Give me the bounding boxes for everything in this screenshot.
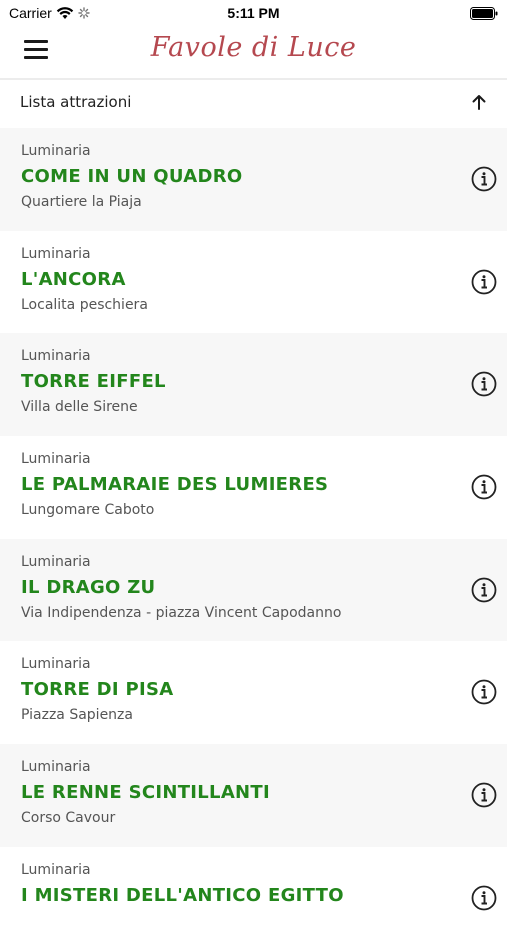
item-title: IL DRAGO ZU: [21, 576, 156, 598]
attractions-list: Luminaria COME IN UN QUADRO Quartiere la…: [0, 128, 507, 950]
list-header-title: Lista attrazioni: [20, 93, 132, 111]
item-title: TORRE DI PISA: [21, 679, 174, 701]
app-logo: Favole di Luce: [150, 32, 357, 63]
arrow-up-icon[interactable]: [469, 92, 489, 112]
info-icon[interactable]: [471, 269, 497, 295]
item-category: Luminaria: [21, 861, 91, 878]
item-title: I MISTERI DELL'ANTICO EGITTO: [21, 884, 344, 906]
info-icon[interactable]: [471, 474, 497, 500]
item-category: Luminaria: [21, 656, 91, 673]
item-category: Luminaria: [21, 348, 91, 365]
list-item[interactable]: Luminaria LE RENNE SCINTILLANTI Corso Ca…: [0, 744, 507, 847]
list-item[interactable]: Luminaria TORRE DI PISA Piazza Sapienza: [0, 641, 507, 744]
item-location: Via Indipendenza - piazza Vincent Capoda…: [21, 604, 342, 621]
item-title: LE PALMARAIE DES LUMIERES: [21, 474, 329, 496]
item-title: TORRE EIFFEL: [21, 371, 166, 393]
item-category: Luminaria: [21, 245, 91, 262]
status-time: 5:11 PM: [227, 5, 280, 21]
battery-icon: [470, 7, 498, 20]
item-category: Luminaria: [21, 759, 91, 776]
list-header: Lista attrazioni: [0, 80, 507, 126]
info-icon[interactable]: [471, 166, 497, 192]
info-icon[interactable]: [471, 782, 497, 808]
app-header: Favole di Luce: [0, 28, 507, 78]
item-location: Localita peschiera: [21, 296, 148, 313]
list-item[interactable]: Luminaria LE PALMARAIE DES LUMIERES Lung…: [0, 436, 507, 539]
item-category: Luminaria: [21, 451, 91, 468]
item-location: Quartiere la Piaja: [21, 194, 142, 210]
item-category: Luminaria: [21, 553, 91, 570]
item-location: Lungomare Caboto: [21, 502, 155, 519]
item-category: Luminaria: [21, 143, 91, 159]
item-location: Villa delle Sirene: [21, 399, 138, 416]
info-icon[interactable]: [471, 679, 497, 705]
list-item[interactable]: Luminaria IL DRAGO ZU Via Indipendenza -…: [0, 538, 507, 642]
item-title: LE RENNE SCINTILLANTI: [21, 782, 271, 804]
info-icon[interactable]: [471, 577, 497, 603]
item-location: Corso Cavour: [21, 810, 116, 827]
status-bar: Carrier 5:11 PM: [0, 0, 507, 28]
info-icon[interactable]: [471, 885, 497, 911]
list-item[interactable]: Luminaria I MISTERI DELL'ANTICO EGITTO: [0, 847, 507, 950]
list-item[interactable]: Luminaria TORRE EIFFEL Villa delle Siren…: [0, 333, 507, 437]
list-item[interactable]: Luminaria COME IN UN QUADRO Quartiere la…: [0, 128, 507, 231]
item-title: COME IN UN QUADRO: [21, 166, 243, 187]
item-title: L'ANCORA: [21, 268, 126, 290]
list-item[interactable]: Luminaria L'ANCORA Localita peschiera: [0, 231, 507, 334]
item-location: Piazza Sapienza: [21, 707, 133, 724]
info-icon[interactable]: [471, 371, 497, 397]
